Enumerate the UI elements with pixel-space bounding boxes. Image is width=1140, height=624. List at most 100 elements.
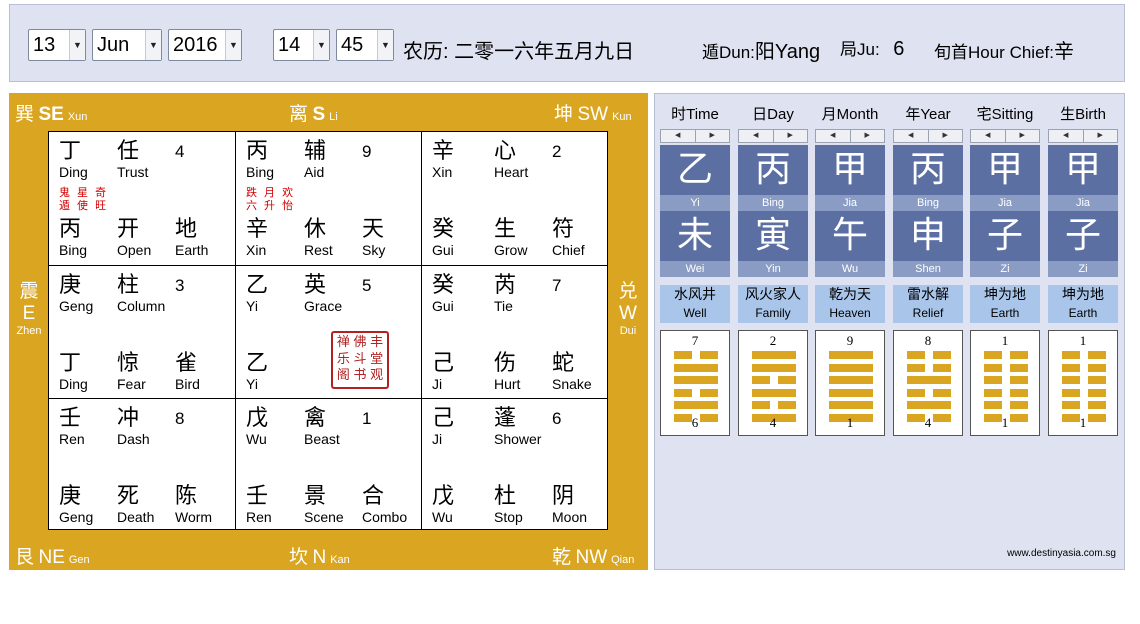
hexagram-box: 11 [970, 330, 1040, 436]
pillar-branch-zh: 申 [909, 215, 946, 256]
deity-zh: 阴 [552, 484, 575, 509]
chevron-down-icon: ▼ [69, 30, 85, 60]
star-zh: 任 [117, 139, 140, 164]
year-select[interactable]: 2016 ▼ [168, 29, 242, 61]
month-select[interactable]: Jun ▼ [92, 29, 162, 61]
deity-zh: 雀 [175, 351, 198, 376]
deity: 天 Sky [362, 217, 385, 259]
arrow-left-icon[interactable]: ◀ [739, 130, 773, 142]
deity-zh: 天 [362, 217, 385, 242]
yin-line [1062, 363, 1106, 372]
arrow-right-icon[interactable]: ▶ [1082, 130, 1118, 142]
heaven-stem: 辛 Xin [432, 140, 454, 181]
yang-line [752, 388, 796, 397]
star: 禽 Beast [304, 407, 340, 448]
hexagram-name-en: Family [755, 306, 791, 320]
yang-line [829, 363, 873, 372]
arrow-right-icon[interactable]: ▶ [1004, 130, 1040, 142]
star-en: Aid [304, 164, 325, 180]
hexagram-name-zh: 水风井 [674, 287, 716, 303]
day-select[interactable]: 13 ▼ [28, 29, 86, 61]
dun-value: 阳Yang [754, 41, 821, 63]
minute-select[interactable]: 45 ▼ [336, 29, 394, 61]
pillar-stem-zh: 乙 [676, 149, 713, 190]
day-value: 13 [33, 34, 56, 56]
seal-stamp: 禅佛丰乐斗堂阁书观 [331, 331, 389, 389]
hour-chief-label: 旬首Hour Chief: [934, 43, 1054, 62]
pillar-column: 年Year ◀ ▶ 丙 Bing 申 Shen 雷水解 Relief [893, 104, 963, 323]
star-zh: 辅 [304, 139, 327, 164]
direction-s-en: Li [329, 111, 338, 123]
arrow-left-icon[interactable]: ◀ [816, 130, 850, 142]
star: 柱 Column [117, 274, 166, 315]
auspicious-marker: 跌 月 欢 [246, 187, 296, 199]
direction-sw-en: Kun [612, 111, 632, 123]
seal-character: 丰 [370, 335, 384, 350]
direction-w-en: Dui [619, 325, 637, 337]
arrow-left-icon[interactable]: ◀ [894, 130, 928, 142]
star-zh: 心 [494, 139, 517, 164]
chevron-down-icon: ▼ [313, 30, 329, 60]
arrow-right-icon[interactable]: ▶ [849, 130, 885, 142]
star: 冲 Dash [117, 407, 150, 448]
pillar-branch-zh: 寅 [754, 215, 791, 256]
arrow-left-icon[interactable]: ◀ [971, 130, 1005, 142]
pillar-stem-en: Bing [738, 195, 808, 211]
earth-stem-zh: 壬 [246, 484, 269, 509]
door-en: Scene [304, 509, 344, 525]
heaven-stem: 己 Ji [432, 407, 454, 448]
month-value: Jun [97, 34, 130, 56]
direction-se-code: SE [38, 104, 64, 125]
yang-line [829, 376, 873, 384]
pillar-branch-en: Yin [738, 261, 808, 277]
yin-line [984, 401, 1028, 409]
deity-en: Combo [362, 509, 408, 525]
earth-stem-en: Wu [432, 509, 453, 525]
door: 死 Death [117, 484, 155, 526]
four-pillars-panel: 时Time ◀ ▶ 乙 Yi 未 Wei 水风井 Well 76 日Day ◀ … [654, 93, 1125, 570]
arrow-right-icon[interactable]: ▶ [772, 130, 808, 142]
pillar-branch-en: Shen [893, 261, 963, 277]
earth-stem-en: Gui [432, 242, 454, 258]
palace-cell: 庚 Geng 柱 Column 3 丁 Ding 惊 Fear 雀 Bird [49, 266, 235, 399]
pillar-stem-en: Bing [893, 195, 963, 211]
arrow-left-icon[interactable]: ◀ [661, 130, 695, 142]
chevron-down-icon: ▼ [225, 30, 241, 60]
heaven-stem: 丁 Ding [59, 140, 88, 181]
direction-n-code: N [312, 547, 327, 568]
door-en: Death [117, 509, 155, 525]
door: 惊 Fear [117, 352, 146, 393]
arrow-left-icon[interactable]: ◀ [1049, 130, 1083, 142]
yang-line [907, 401, 951, 409]
pillar-branch-zh: 子 [1064, 215, 1101, 256]
direction-w-zh: 兑 [618, 281, 638, 302]
seal-character: 观 [370, 368, 384, 384]
star-en: Column [117, 298, 166, 314]
deity-zh: 合 [362, 484, 385, 509]
earth-stem: 壬 Ren [246, 484, 272, 526]
yang-line [674, 401, 718, 409]
pillar-branch-en: Zi [1048, 261, 1118, 277]
hexagram-name-en: Well [683, 306, 707, 320]
arrow-right-icon[interactable]: ▶ [927, 130, 963, 142]
star-zh: 英 [304, 273, 327, 298]
earth-stem-en: Bing [59, 242, 88, 258]
door-en: Hurt [494, 376, 521, 392]
yin-line [1062, 401, 1106, 409]
heaven-stem-en: Yi [246, 298, 258, 314]
yin-line [1062, 351, 1106, 359]
hour-select[interactable]: 14 ▼ [273, 29, 330, 61]
earth-stem-en: Yi [246, 376, 258, 392]
hexagram-top-number: 8 [924, 333, 932, 348]
door: 景 Scene [304, 485, 344, 526]
door-zh: 死 [117, 484, 140, 509]
seal-character: 乐 [336, 351, 350, 367]
arrow-right-icon[interactable]: ▶ [694, 130, 730, 142]
palace-number: 2 [552, 142, 562, 161]
earth-stem: 戊 Wu [432, 485, 454, 526]
pillar-branch: 未 Wei [660, 211, 730, 277]
palace-cell: 辛 Xin 心 Heart 2 癸 Gui 生 Grow 符 Chief [422, 132, 608, 265]
palace-cell: 丙 Bing 辅 Aid 9 跌 月 欢六 升 怡 辛 Xin 休 Rest 天 … [236, 132, 421, 265]
hexagram-name: 水风井 Well [660, 285, 730, 323]
direction-nw-en: Qian [611, 554, 635, 566]
